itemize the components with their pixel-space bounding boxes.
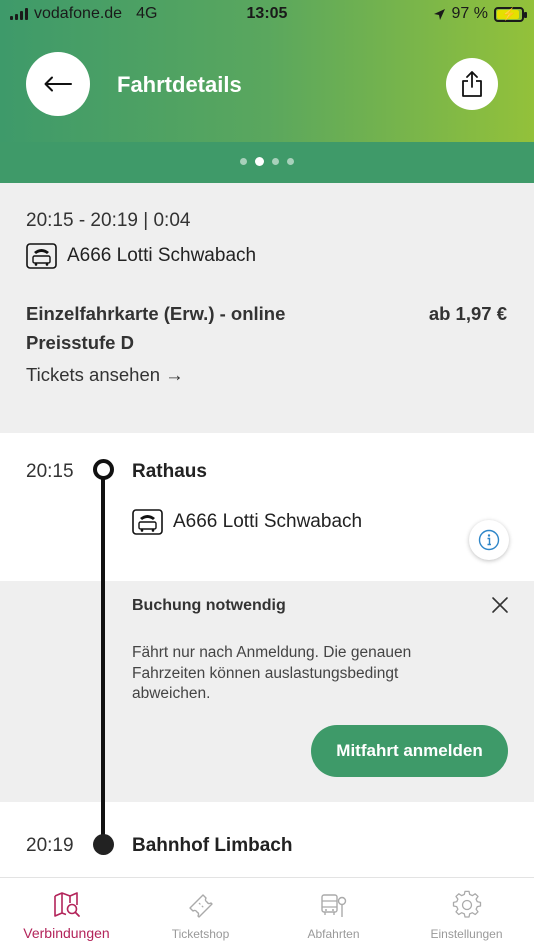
ticket-price: ab 1,97 €	[428, 303, 507, 324]
booking-notice: Buchung notwendig Fährt nur nach Anmeldu…	[0, 581, 534, 802]
arrival-stop-marker	[93, 834, 114, 855]
back-button[interactable]	[26, 52, 90, 116]
battery-percent: 97 %	[451, 5, 488, 22]
route-line	[101, 479, 105, 845]
tab-bar: Verbindungen Ticketshop Abfahrten Einste…	[0, 877, 534, 950]
tab-settings[interactable]: Einstellungen	[400, 878, 533, 950]
gear-icon	[452, 890, 481, 918]
trip-time-range: 20:15 - 20:19 | 0:04	[26, 210, 191, 231]
notice-title: Buchung notwendig	[132, 597, 286, 614]
leg-line: A666 Lotti Schwabach	[132, 509, 362, 535]
share-button[interactable]	[446, 58, 498, 110]
location-arrow-icon	[433, 8, 445, 20]
on-demand-bus-icon	[26, 243, 57, 269]
notice-text: Fährt nur nach Anmeldung. Die genauen Fa…	[132, 644, 412, 702]
page-title: Fahrtdetails	[117, 72, 242, 97]
departure-stop-name[interactable]: Rathaus	[132, 461, 207, 483]
map-search-icon	[53, 892, 80, 917]
battery-icon: ⚡	[494, 6, 527, 22]
tab-departures[interactable]: Abfahrten	[267, 878, 400, 950]
header: vodafone.de 4G 13:05 97 % ⚡ Fahrtdetails	[0, 0, 534, 183]
page-dot[interactable]	[272, 158, 279, 165]
tickets-link[interactable]: Tickets ansehen →	[26, 364, 184, 386]
on-demand-bus-icon	[132, 509, 163, 535]
trip-line: A666 Lotti Schwabach	[26, 243, 256, 269]
bus-stop-icon	[320, 894, 346, 917]
page-dot[interactable]	[287, 158, 294, 165]
share-icon	[462, 71, 482, 97]
arrow-left-icon	[44, 76, 72, 92]
departure-stop-marker	[93, 459, 114, 480]
ticket-icon	[188, 894, 213, 918]
status-bar: vodafone.de 4G 13:05 97 % ⚡	[0, 0, 534, 28]
arrival-time: 20:19	[26, 835, 74, 856]
info-icon	[478, 529, 500, 551]
trip-line-label: A666 Lotti Schwabach	[67, 245, 257, 266]
page-dot[interactable]	[240, 158, 247, 165]
close-icon	[492, 597, 508, 613]
tab-ticketshop[interactable]: Ticketshop	[134, 878, 267, 950]
ticket-name: Einzelfahrkarte (Erw.) - online Preisstu…	[26, 303, 286, 353]
tab-connections[interactable]: Verbindungen	[0, 878, 133, 950]
notice-close-button[interactable]	[489, 594, 511, 616]
departure-time: 20:15	[26, 461, 74, 482]
page-indicator[interactable]	[0, 157, 534, 166]
leg-line-label: A666 Lotti Schwabach	[173, 511, 363, 532]
book-ride-button[interactable]: Mitfahrt anmelden	[311, 725, 508, 777]
arrival-stop-name[interactable]: Bahnhof Limbach	[132, 835, 292, 857]
page-dot-active[interactable]	[255, 157, 264, 166]
trip-summary: 20:15 - 20:19 | 0:04 A666 Lotti Schwabac…	[0, 183, 534, 433]
info-button[interactable]	[469, 520, 509, 560]
journey-timeline: 20:15 Rathaus A666 Lotti Schwabach Buchu…	[0, 433, 534, 878]
